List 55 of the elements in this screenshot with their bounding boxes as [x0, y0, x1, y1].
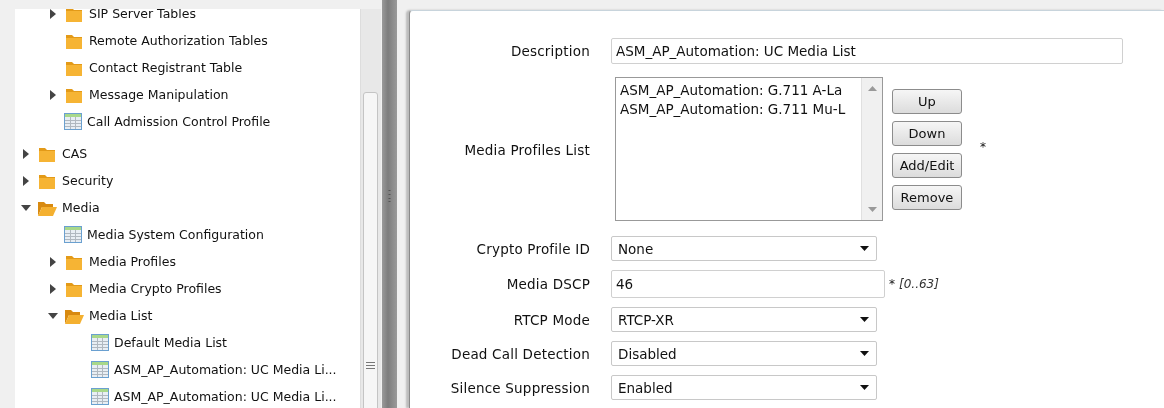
grip-icon	[366, 362, 375, 369]
field-label: Media DSCP	[505, 276, 590, 292]
dropdown[interactable]: Enabled	[611, 375, 877, 400]
tree-item[interactable]: Media System Configuration	[87, 226, 264, 243]
field-label: Silence Suppression	[449, 379, 590, 396]
tree-item[interactable]: Media Profiles	[89, 253, 176, 270]
tree-item[interactable]: Media Crypto Profiles	[89, 280, 222, 297]
tree-item[interactable]: Remote Authorization Tables	[89, 32, 268, 49]
field-label: Media Profiles List	[463, 142, 590, 158]
tree-item[interactable]: CAS	[62, 145, 88, 162]
tree-item[interactable]: Media List	[89, 307, 153, 324]
splitter[interactable]	[382, 0, 397, 408]
field-label: Description	[509, 43, 590, 59]
tree-item[interactable]: Security	[62, 172, 114, 189]
tree-item[interactable]: Media	[62, 199, 100, 216]
dropdown[interactable]: RTCP-XR	[611, 307, 877, 332]
table-icon	[91, 361, 109, 378]
field-label: Crypto Profile ID	[475, 240, 590, 257]
tree-item[interactable]: Contact Registrant Table	[89, 59, 243, 76]
list-button[interactable]: Add/Edit	[892, 152, 962, 178]
input-field[interactable]: ASM_AP_Automation: UC Media List	[611, 38, 1123, 64]
dropdown-caret-icon	[860, 385, 869, 390]
table-icon	[91, 334, 109, 351]
dropdown-caret-icon	[860, 351, 869, 356]
tree-item[interactable]: ASM_AP_Automation: UC Media Li...	[114, 361, 337, 378]
required-mark: *	[980, 140, 986, 154]
list-item[interactable]: ASM_AP_Automation: G.711 Mu-L	[620, 100, 857, 119]
tree-item[interactable]: SIP Server Tables	[89, 9, 196, 22]
dropdown[interactable]: Disabled	[611, 341, 877, 366]
list-button[interactable]: Up	[892, 88, 962, 114]
scroll-down-icon	[867, 207, 877, 212]
field-label: Dead Call Detection	[450, 345, 590, 362]
tree-item[interactable]: Call Admission Control Profile	[87, 113, 271, 130]
range-hint: [0..63]	[899, 277, 939, 291]
folder-icon	[64, 9, 84, 23]
dropdown-caret-icon	[860, 246, 869, 251]
input-field[interactable]: 46	[611, 270, 885, 298]
scroll-up-icon	[867, 86, 877, 91]
table-icon	[91, 388, 109, 405]
list-button[interactable]: Down	[892, 120, 962, 146]
tree-item[interactable]: ASM_AP_Automation: UC Media Li...	[114, 388, 337, 405]
table-icon	[64, 226, 82, 243]
dropdown[interactable]: None	[611, 236, 877, 261]
field-label: RTCP Mode	[512, 311, 590, 328]
scrollbar-thumb[interactable]	[363, 92, 378, 408]
list-item[interactable]: ASM_AP_Automation: G.711 A-La	[620, 81, 857, 100]
tree-item[interactable]: Default Media List	[114, 334, 227, 351]
dropdown-caret-icon	[860, 317, 869, 322]
list-box[interactable]: ASM_AP_Automation: G.711 A-La ASM_AP_Automation: G.711 Mu-L	[615, 77, 883, 221]
scrollbar[interactable]	[360, 9, 381, 408]
tree-item[interactable]: Message Manipulation	[89, 86, 229, 103]
scrollbar[interactable]	[861, 78, 882, 220]
required-mark: *	[889, 277, 895, 291]
table-icon	[64, 113, 82, 130]
list-button[interactable]: Remove	[892, 184, 962, 210]
